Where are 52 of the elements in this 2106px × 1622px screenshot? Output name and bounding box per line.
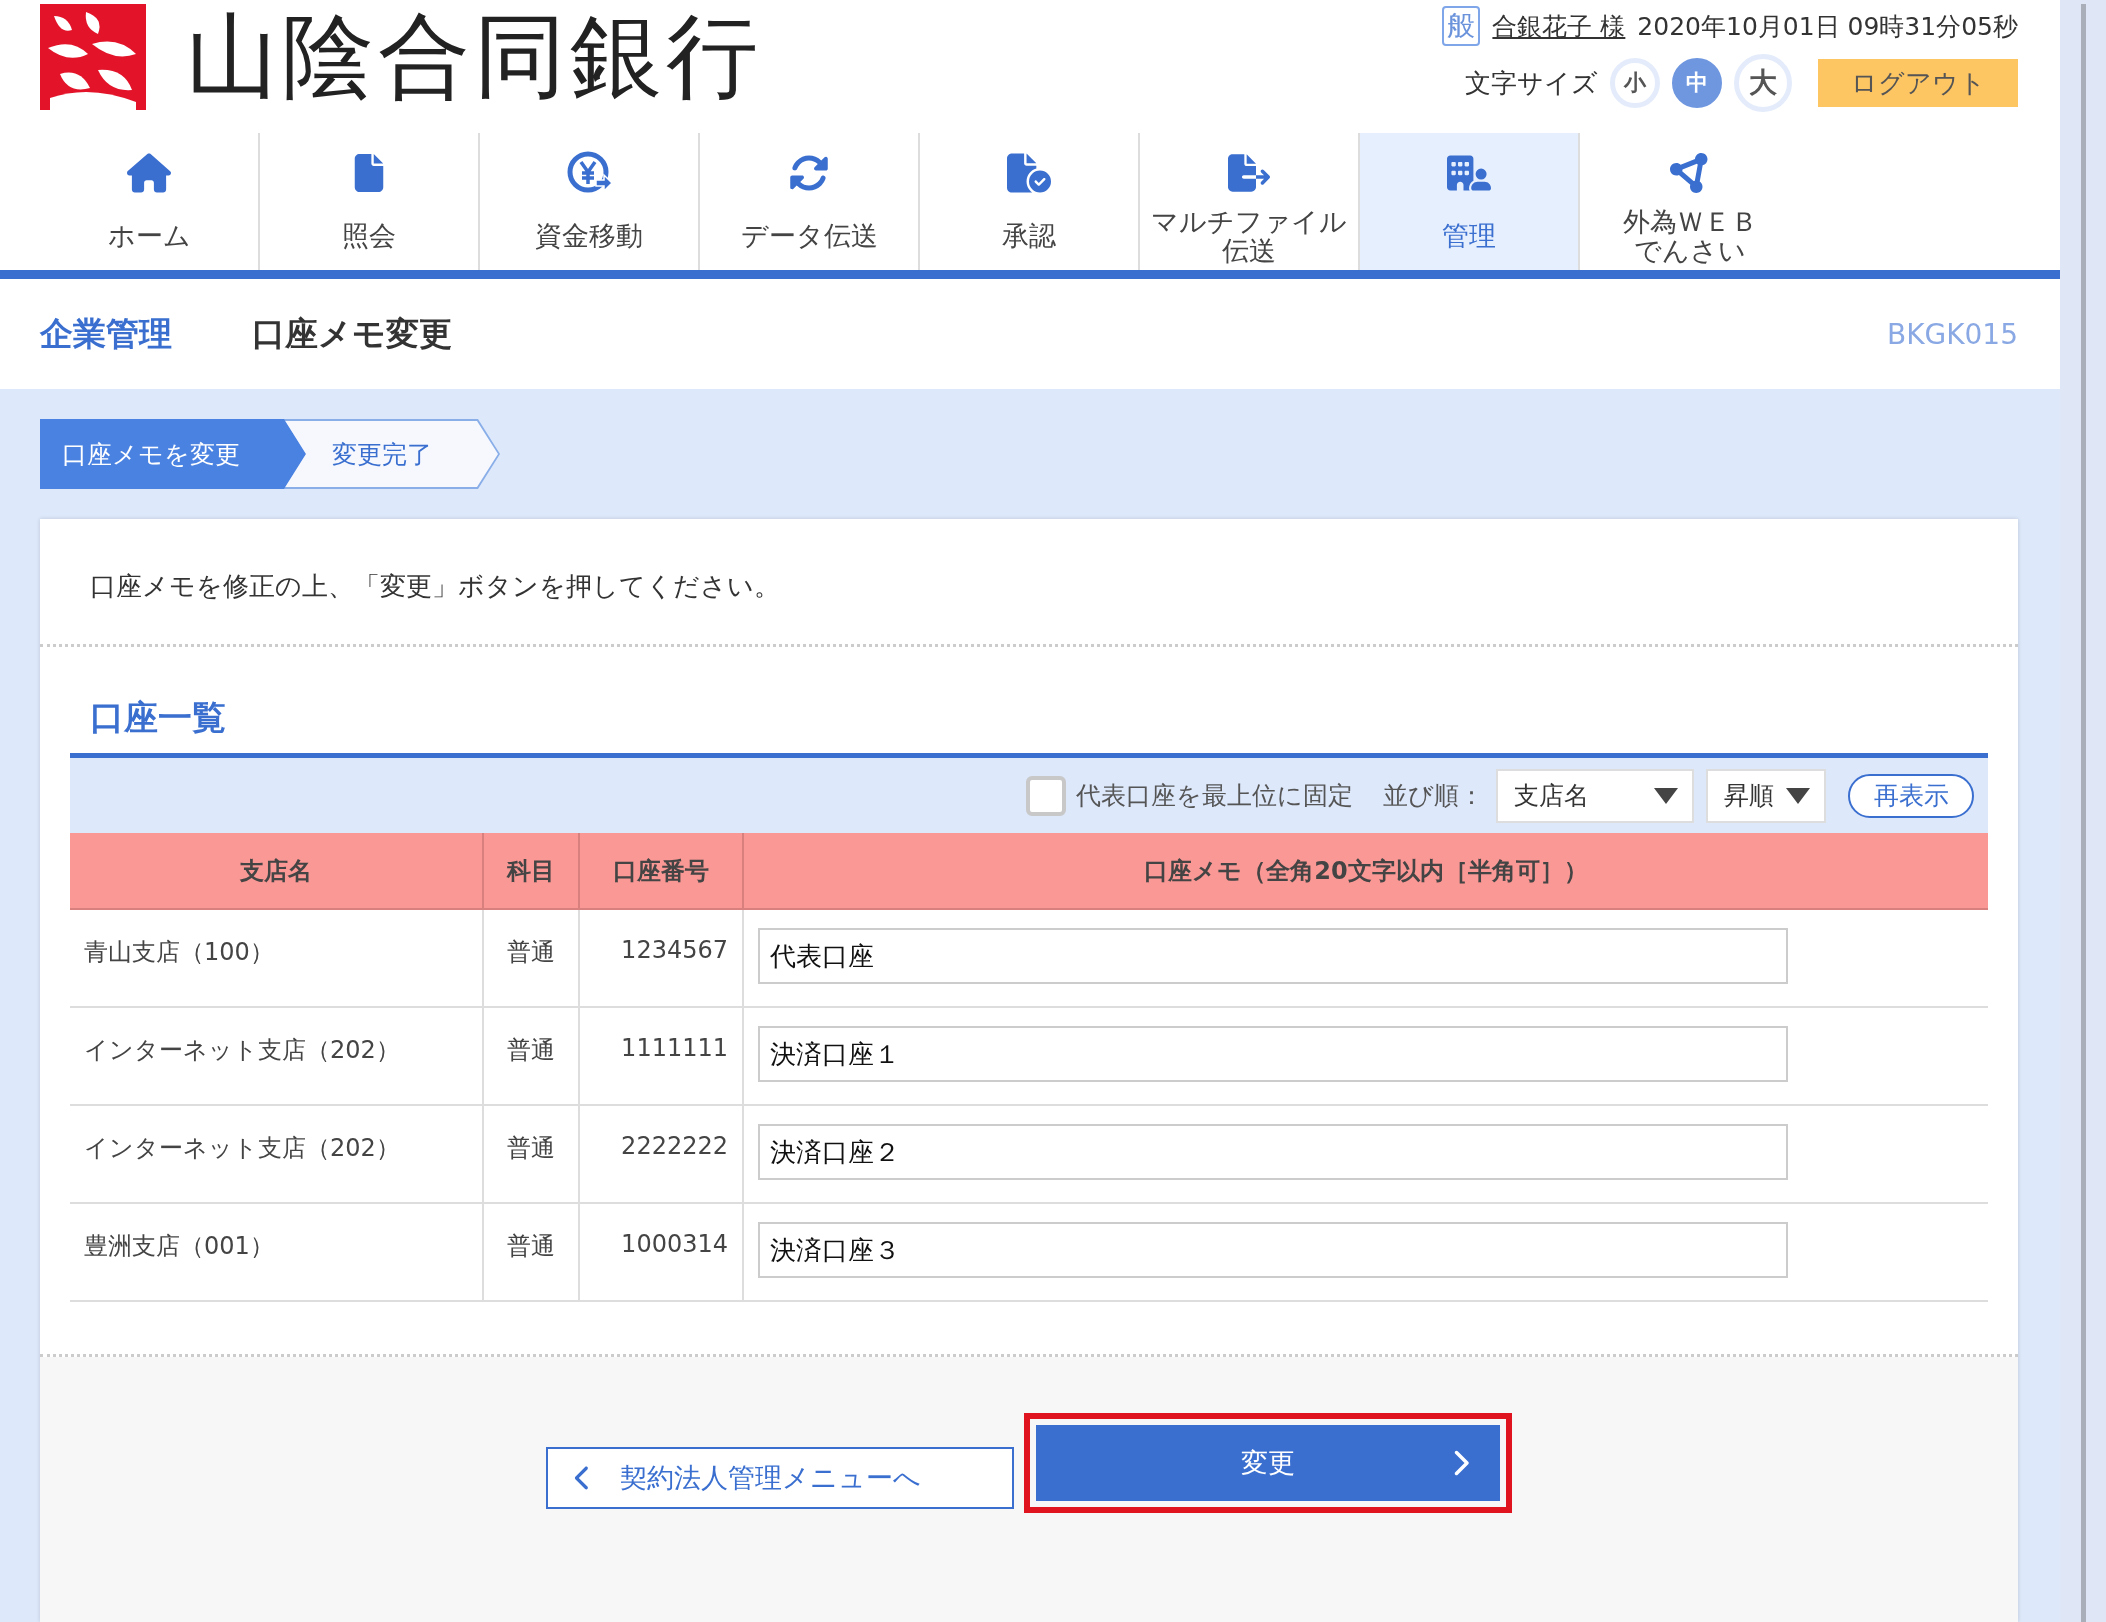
table-cell: インターネット支店（202） [70, 1105, 483, 1203]
list-title: 口座一覧 [90, 697, 226, 737]
user-name-link[interactable]: 合銀花子 様 [1492, 9, 1626, 43]
screen-id: BKGK015 [1886, 317, 2018, 351]
caret-icon [1654, 787, 1678, 804]
checkbox-label: 代表口座を最上位に固定 [1076, 780, 1353, 812]
font-size-label: 文字サイズ [1465, 66, 1598, 100]
table-cell: 普通 [483, 1105, 579, 1203]
scrollbar[interactable] [2080, 4, 2086, 1622]
memo-input-field[interactable]: 決済口座２ [758, 1124, 1788, 1180]
memo-input-field[interactable]: 決済口座１ [758, 1026, 1788, 1082]
logo-icon [40, 4, 146, 110]
column-header: 口座番号 [579, 833, 743, 909]
table-cell: インターネット支店（202） [70, 1007, 483, 1105]
table-cell: 1234567 [579, 909, 743, 1007]
table-cell: 2222222 [579, 1105, 743, 1203]
section-title: 企業管理 [40, 312, 172, 355]
file-export-icon [1228, 152, 1270, 194]
column-header: 口座メモ（全角20文字以内［半角可］） [743, 833, 1988, 909]
caret-icon [1786, 787, 1810, 804]
instruction-text: 口座メモを修正の上、「変更」ボタンを押してください。 [90, 571, 780, 601]
yen-transfer-icon [566, 150, 612, 196]
back-button[interactable]: 契約法人管理メニューへ [546, 1447, 1014, 1509]
memo-input-field[interactable]: 代表口座 [758, 928, 1788, 984]
refresh-button[interactable]: 再表示 [1848, 773, 1974, 818]
sort-label: 並び順： [1383, 780, 1484, 812]
table-cell: 普通 [483, 909, 579, 1007]
table-cell: 豊洲支店（001） [70, 1203, 483, 1301]
table-cell: 1000314 [579, 1203, 743, 1301]
submit-button[interactable]: 変更 [1036, 1425, 1500, 1501]
sort-field-select[interactable]: 支店名 [1496, 768, 1694, 823]
file-check-icon [1007, 151, 1051, 195]
nodes-icon [1670, 153, 1710, 193]
table-cell: 普通 [483, 1007, 579, 1105]
table-cell: 1111111 [579, 1007, 743, 1105]
nav-tab[interactable]: 管理 [1360, 133, 1580, 270]
memo-input-field[interactable]: 決済口座３ [758, 1222, 1788, 1278]
datetime: 2020年10月01日 09時31分05秒 [1637, 10, 2018, 43]
page-title: 口座メモ変更 [252, 313, 452, 353]
bank-name: 山陰合同銀行 [186, 11, 762, 103]
sort-order-select[interactable]: 昇順 [1706, 768, 1826, 823]
sync-icon [789, 153, 829, 193]
logout-button[interactable]: ログアウト [1818, 59, 2018, 107]
font-size-button[interactable]: 大 [1734, 54, 1792, 112]
checkbox[interactable] [1026, 775, 1066, 816]
user-role-badge: 般 [1442, 6, 1481, 46]
font-size-button[interactable]: 小 [1610, 58, 1660, 108]
column-header: 支店名 [70, 833, 483, 909]
table-cell: 青山支店（100） [70, 909, 483, 1007]
column-header: 科目 [483, 833, 579, 909]
home-icon [127, 151, 171, 195]
table-cell: 普通 [483, 1203, 579, 1301]
